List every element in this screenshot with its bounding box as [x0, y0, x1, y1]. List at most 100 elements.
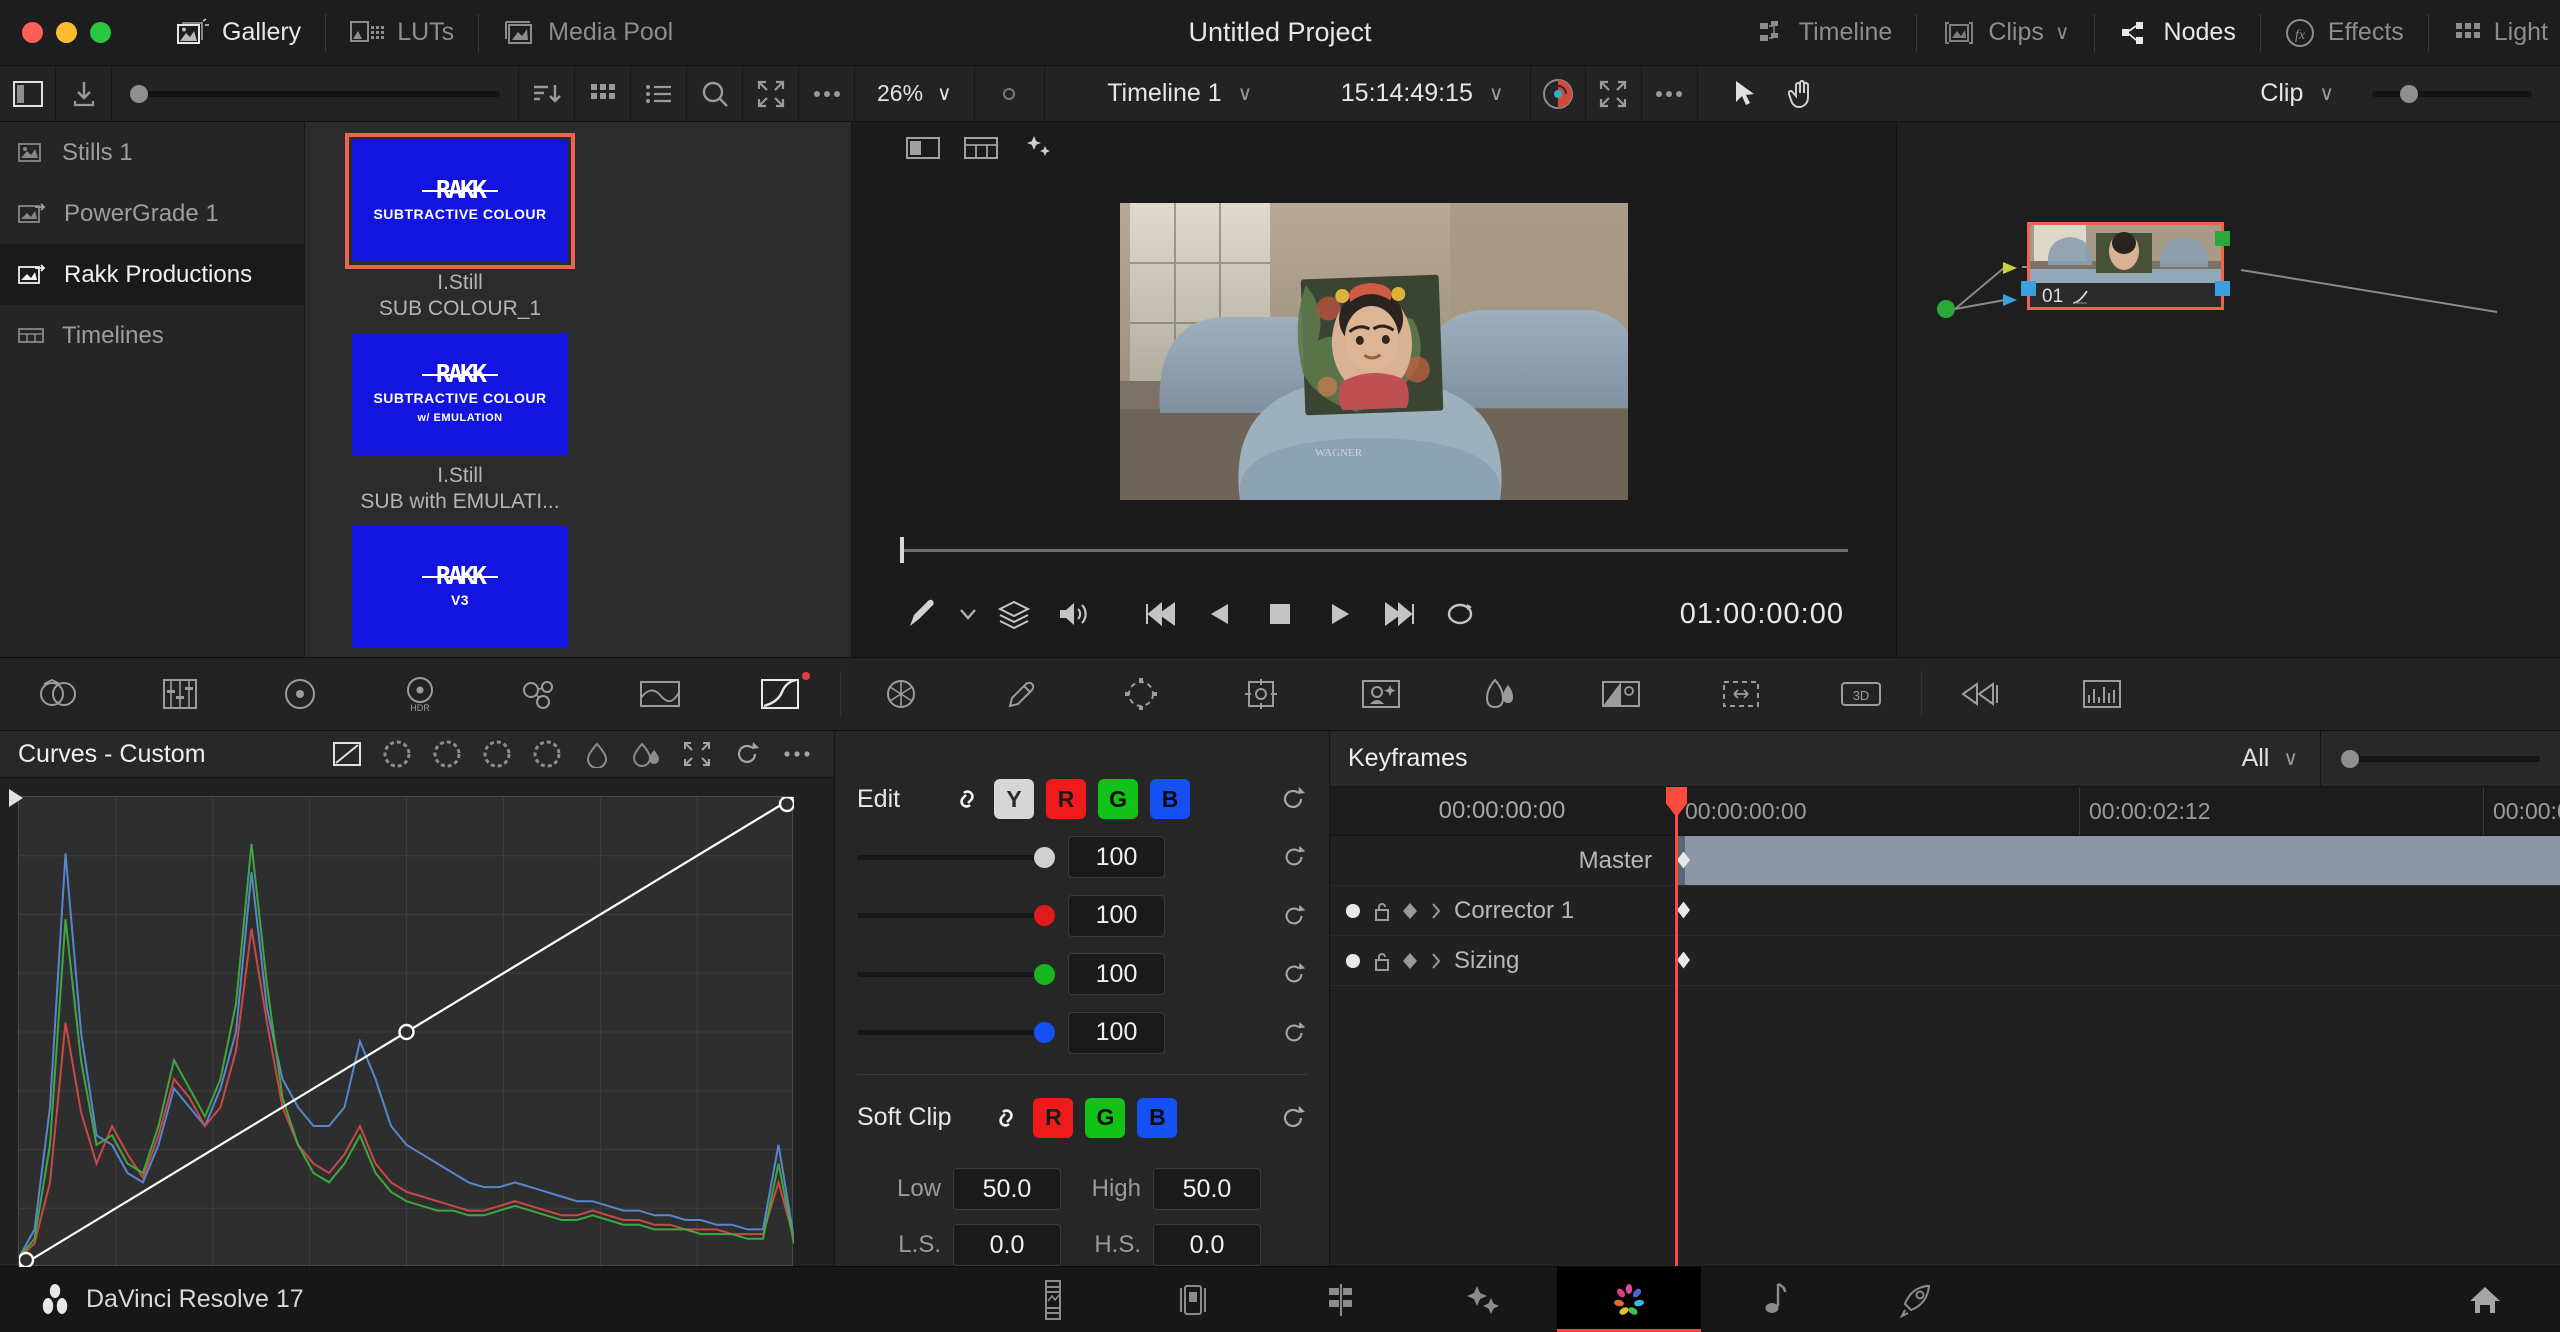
minimize-button[interactable]	[56, 22, 77, 43]
sidebar-item-timelines[interactable]: Timelines	[0, 305, 304, 366]
curves-options-icon[interactable]	[772, 731, 822, 777]
keyframe-row-master[interactable]: Master	[1330, 836, 1674, 886]
magic-mask-button[interactable]	[1010, 128, 1068, 168]
page-cut[interactable]	[1125, 1267, 1269, 1332]
clip-node-selector[interactable]: Clip ∨	[2260, 79, 2560, 108]
track-enable-toggle[interactable]	[1344, 902, 1362, 920]
slider-track[interactable]	[130, 91, 500, 97]
softclip-channel-r-button[interactable]: R	[1033, 1098, 1073, 1138]
slider-handle[interactable]	[130, 85, 148, 103]
scrubber-handle[interactable]	[900, 537, 904, 563]
play-reverse-button[interactable]	[1190, 584, 1250, 644]
softclip-channel-g-button[interactable]: G	[1085, 1098, 1125, 1138]
tab-effects[interactable]: fx Effects	[2261, 0, 2428, 65]
curves-reset-icon[interactable]	[722, 731, 772, 777]
soft-clip-hs-field[interactable]: 0.0	[1153, 1224, 1261, 1266]
motion-effects-button[interactable]	[480, 658, 600, 730]
viewer-scrubber[interactable]	[852, 529, 1896, 571]
keyframe-row-corrector-1[interactable]: Corrector 1	[1330, 886, 1674, 936]
stereo-3d-button[interactable]: 3D	[1801, 658, 1921, 730]
expand-track-icon[interactable]	[1430, 902, 1442, 920]
audio-speaker-icon[interactable]	[1044, 584, 1104, 644]
slider-handle-r[interactable]	[1034, 905, 1055, 926]
channel-b-button[interactable]: B	[1150, 779, 1190, 819]
tracker-button[interactable]	[1201, 658, 1321, 730]
timeline-selector[interactable]: Timeline 1 ∨	[1045, 79, 1315, 108]
slider-track-y[interactable]	[857, 855, 1052, 860]
soft-clip-high-field[interactable]: 50.0	[1153, 1168, 1261, 1210]
keyframe-track-corrector-1[interactable]	[1675, 886, 2560, 936]
chevron-down-icon[interactable]: ∨	[1238, 81, 1253, 106]
pan-tool-button[interactable]	[1774, 66, 1830, 121]
primaries-bars-button[interactable]	[120, 658, 240, 730]
reset-y-button[interactable]	[1281, 844, 1307, 870]
zoom-level-selector[interactable]: 26% ∨	[855, 66, 975, 121]
toggle-sidebar-button[interactable]	[0, 66, 56, 121]
still-thumbnail[interactable]: RAKK SUBTRACTIVE COLOUR	[352, 140, 568, 262]
play-forward-button[interactable]	[1310, 584, 1370, 644]
scopes-button[interactable]	[2042, 658, 2162, 730]
soft-clip-ls-field[interactable]: 0.0	[953, 1224, 1061, 1266]
key-button[interactable]	[1561, 658, 1681, 730]
tab-timeline[interactable]: Timeline	[1734, 0, 1917, 65]
reset-r-button[interactable]	[1281, 903, 1307, 929]
slider-track-r[interactable]	[857, 913, 1052, 918]
magic-mask-palette-button[interactable]	[1321, 658, 1441, 730]
channel-r-button[interactable]: R	[1046, 779, 1086, 819]
timecode-display[interactable]: 15:14:49:15 ∨	[1315, 79, 1530, 108]
viewer-reset-zoom-button[interactable]	[975, 66, 1045, 121]
still-thumbnail[interactable]: RAKK SUBTRACTIVE COLOUR w/ EMULATION	[352, 333, 568, 455]
custom-curves-mode-icon[interactable]	[322, 731, 372, 777]
curve-plot[interactable]	[19, 797, 794, 1267]
softclip-channel-b-button[interactable]: B	[1137, 1098, 1177, 1138]
keyframe-row-sizing[interactable]: Sizing	[1330, 936, 1674, 986]
value-field-r[interactable]: 100	[1068, 895, 1165, 937]
tab-media-pool[interactable]: Media Pool	[479, 0, 697, 65]
viewer-canvas[interactable]: WAGNER	[852, 174, 1896, 529]
value-field-g[interactable]: 100	[1068, 953, 1165, 995]
sidebar-item-powergrade-1[interactable]: PowerGrade 1	[0, 183, 304, 244]
qualifier-button[interactable]	[841, 658, 961, 730]
track-lock-icon[interactable]	[1374, 951, 1390, 971]
gallery-options-button[interactable]	[799, 66, 855, 121]
chevron-down-icon[interactable]: ∨	[937, 81, 952, 106]
color-wheels-button[interactable]	[0, 658, 120, 730]
slider-track-g[interactable]	[857, 972, 1052, 977]
chevron-down-icon[interactable]: ∨	[1489, 81, 1504, 106]
slider-handle[interactable]	[2341, 750, 2359, 768]
reset-b-button[interactable]	[1281, 1020, 1307, 1046]
keyframes-zoom-slider[interactable]	[2320, 731, 2560, 786]
search-button[interactable]	[687, 66, 743, 121]
blur-button[interactable]	[1441, 658, 1561, 730]
rgb-mixer-button[interactable]	[240, 658, 360, 730]
page-fusion[interactable]	[1413, 1267, 1557, 1332]
expand-gallery-button[interactable]	[743, 66, 799, 121]
reset-g-button[interactable]	[1281, 961, 1307, 987]
window-controls[interactable]	[0, 22, 111, 43]
curve-graph[interactable]	[18, 796, 793, 1266]
link-icon[interactable]	[991, 1105, 1021, 1131]
edit-reset-button[interactable]	[1279, 785, 1307, 813]
viewer-fullscreen-button[interactable]	[1586, 66, 1642, 121]
chevron-down-icon[interactable]: ∨	[2283, 746, 2298, 771]
viewer-options-button[interactable]	[1642, 66, 1698, 121]
page-fairlight[interactable]	[1701, 1267, 1845, 1332]
split-screen-button[interactable]	[894, 128, 952, 168]
tab-nodes[interactable]: Nodes	[2095, 0, 2260, 65]
lum-vs-sat-icon[interactable]	[522, 731, 572, 777]
keyframe-marker[interactable]	[1677, 952, 1690, 969]
tab-gallery[interactable]: Gallery	[153, 0, 325, 65]
slider-handle-g[interactable]	[1034, 964, 1055, 985]
soft-clip-reset-button[interactable]	[1279, 1104, 1307, 1132]
sidebar-item-stills-1[interactable]: Stills 1	[0, 122, 304, 183]
color-warper-button[interactable]	[600, 658, 720, 730]
node-key-output-port[interactable]	[2215, 281, 2230, 296]
still-thumbnail[interactable]: RAKK V3	[352, 526, 568, 648]
hue-vs-sat-icon[interactable]	[422, 731, 472, 777]
slider-handle-y[interactable]	[1034, 847, 1055, 868]
page-deliver[interactable]	[1845, 1267, 1989, 1332]
keyframes-tracks[interactable]: 00:00:00:00 00:00:02:12 00:00:05	[1675, 787, 2560, 1266]
sat-vs-lum-icon[interactable]	[622, 731, 672, 777]
page-media[interactable]	[981, 1267, 1125, 1332]
tab-lightbox[interactable]: Light	[2429, 0, 2560, 65]
